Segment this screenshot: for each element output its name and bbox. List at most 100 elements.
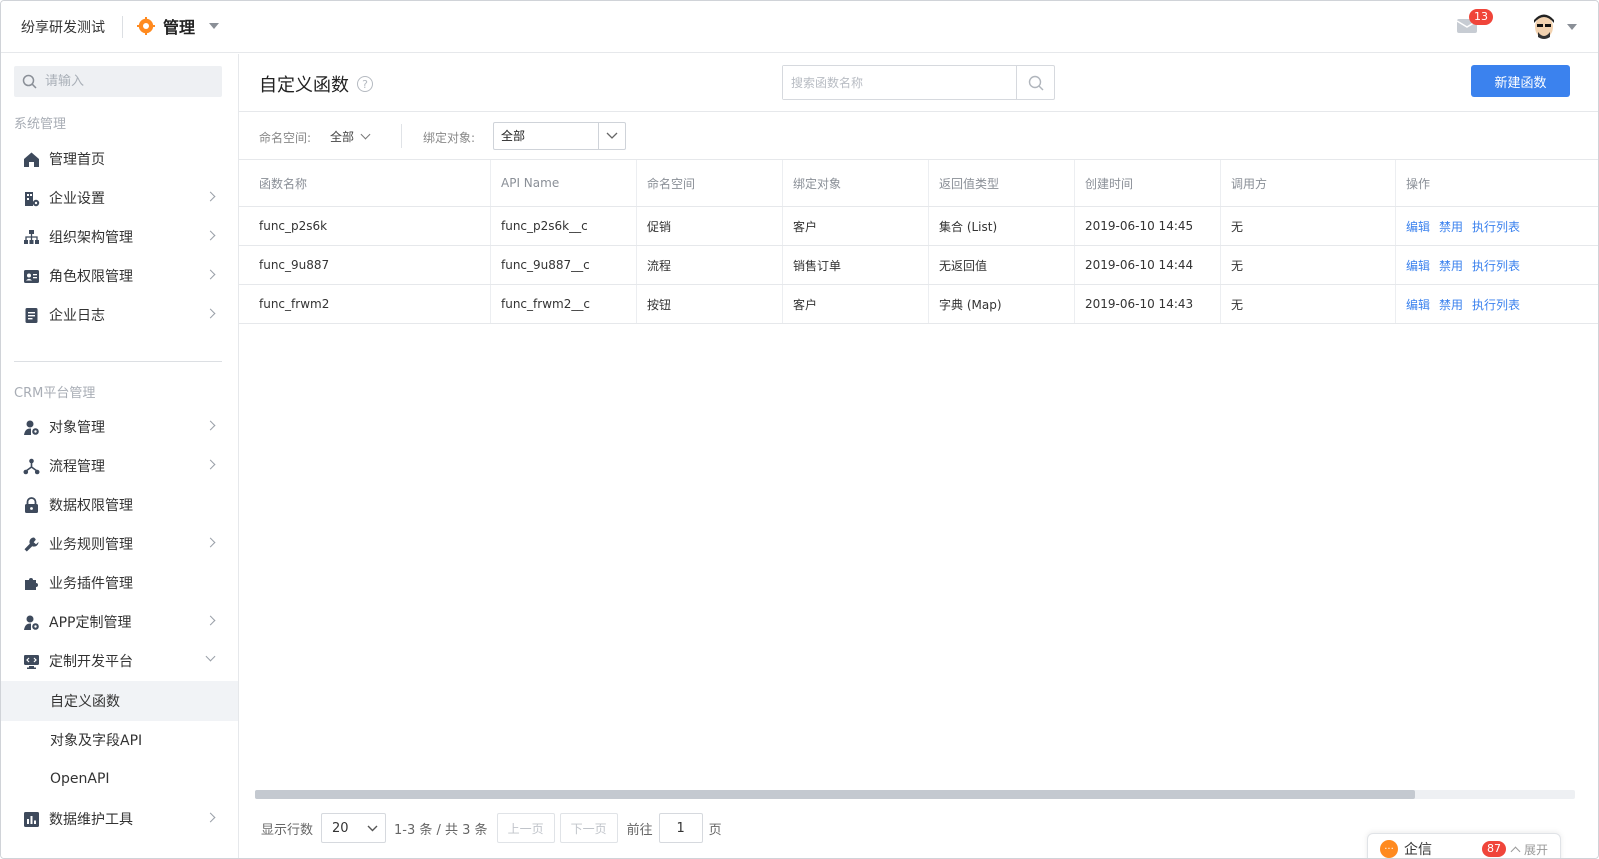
column-header[interactable]: 返回值类型 — [929, 160, 1075, 206]
expand-button[interactable]: 展开 — [1510, 841, 1549, 858]
avatar-caret-icon[interactable] — [1567, 24, 1577, 30]
column-header[interactable]: 命名空间 — [637, 160, 783, 206]
next-page-button[interactable]: 下一页 — [559, 813, 618, 843]
sidebar-subitem-openapi[interactable]: OpenAPI — [1, 759, 238, 799]
sidebar-item-logs[interactable]: 企业日志 — [1, 295, 238, 335]
column-header[interactable]: 创建时间 — [1075, 160, 1221, 206]
sidebar-item-enterprise[interactable]: 企业设置 — [1, 178, 238, 218]
goto-label: 前往 — [626, 822, 653, 838]
sidebar-item-flows[interactable]: 流程管理 — [1, 446, 238, 486]
chevron-right-icon — [205, 191, 216, 202]
sidebar-item-business-rules[interactable]: 业务规则管理 — [1, 524, 238, 564]
disable-link[interactable]: 禁用 — [1439, 257, 1463, 274]
page-unit-label: 页 — [708, 822, 722, 838]
execution-list-link[interactable]: 执行列表 — [1472, 257, 1520, 274]
table-cell: 无 — [1221, 246, 1396, 284]
sidebar-subitem-custom-function[interactable]: 自定义函数 — [1, 681, 238, 721]
sidebar-item-home[interactable]: 管理首页 — [1, 139, 238, 179]
edit-link[interactable]: 编辑 — [1406, 218, 1430, 235]
sidebar-item-objects[interactable]: 对象管理 — [1, 407, 238, 447]
rows-per-page-value: 20 — [332, 820, 349, 836]
namespace-value: 全部 — [330, 130, 355, 144]
table-cell: 流程 — [637, 246, 783, 284]
table-cell: func_p2s6k__c — [491, 207, 637, 245]
chart-icon — [23, 811, 40, 828]
binding-value: 全部 — [501, 129, 526, 143]
sidebar-subitem-label: OpenAPI — [50, 771, 110, 787]
sidebar-subitem-label: 对象及字段API — [50, 733, 143, 749]
namespace-dropdown[interactable]: 全部 — [330, 128, 371, 145]
org-icon — [23, 229, 40, 246]
chevron-right-icon — [205, 269, 216, 280]
sidebar-item-label: 组织架构管理 — [49, 230, 133, 246]
sidebar-item-app-custom[interactable]: APP定制管理 — [1, 602, 238, 642]
table-cell: 无 — [1221, 207, 1396, 245]
execution-list-link[interactable]: 执行列表 — [1472, 218, 1520, 235]
function-table: 函数名称 API Name 命名空间 绑定对象 返回值类型 创建时间 调用方 操… — [239, 159, 1598, 324]
chevron-right-icon — [205, 812, 216, 823]
sidebar-item-data-permission[interactable]: 数据权限管理 — [1, 485, 238, 525]
search-button[interactable] — [1016, 66, 1054, 99]
page-number-input[interactable] — [658, 813, 703, 843]
help-icon[interactable]: ? — [357, 76, 373, 92]
rows-per-page-select[interactable]: 20 — [321, 813, 387, 843]
qixin-chat-bar[interactable]: ··· 企信 87 展开 — [1367, 833, 1561, 858]
sidebar-item-plugins[interactable]: 业务插件管理 — [1, 563, 238, 603]
table-cell: func_p2s6k — [239, 207, 491, 245]
user-avatar[interactable] — [1531, 13, 1557, 41]
chevron-down-icon[interactable] — [598, 123, 625, 149]
binding-select[interactable]: 全部 — [493, 122, 626, 150]
table-row: func_9u887 func_9u887__c 流程 销售订单 无返回值 20… — [239, 246, 1598, 285]
sidebar-item-label: 企业设置 — [49, 191, 105, 207]
role-icon — [23, 268, 40, 285]
execution-list-link[interactable]: 执行列表 — [1472, 296, 1520, 313]
sidebar-search-input[interactable] — [45, 74, 215, 89]
column-header[interactable]: 绑定对象 — [783, 160, 929, 206]
search-icon — [22, 74, 37, 89]
sidebar-item-data-tools[interactable]: 数据维护工具 — [1, 799, 238, 839]
app-title: 管理 — [163, 18, 196, 37]
edit-link[interactable]: 编辑 — [1406, 296, 1430, 313]
sidebar-item-label: 对象管理 — [49, 420, 105, 436]
caret-down-icon — [209, 23, 220, 29]
sidebar-item-roles[interactable]: 角色权限管理 — [1, 256, 238, 296]
sidebar-subitem-object-field-api[interactable]: 对象及字段API — [1, 720, 238, 760]
chevron-down-icon — [360, 129, 371, 140]
disable-link[interactable]: 禁用 — [1439, 218, 1463, 235]
edit-link[interactable]: 编辑 — [1406, 257, 1430, 274]
table-row: func_frwm2 func_frwm2__c 按钮 客户 字典 (Map) … — [239, 285, 1598, 324]
chevron-right-icon — [205, 615, 216, 626]
horizontal-scrollbar[interactable] — [255, 790, 1575, 799]
gear-icon — [137, 17, 155, 35]
namespace-label: 命名空间: — [259, 131, 312, 145]
company-name[interactable]: 纷享研发测试 — [21, 17, 105, 37]
chevron-right-icon — [205, 308, 216, 319]
new-function-button[interactable]: 新建函数 — [1471, 65, 1570, 97]
disable-link[interactable]: 禁用 — [1439, 296, 1463, 313]
log-icon — [23, 307, 40, 324]
column-header[interactable]: 调用方 — [1221, 160, 1396, 206]
sidebar-item-label: APP定制管理 — [49, 615, 132, 631]
table-cell: 字典 (Map) — [929, 285, 1075, 323]
sidebar-item-label: 流程管理 — [49, 459, 105, 475]
table-cell: 无返回值 — [929, 246, 1075, 284]
expand-label: 展开 — [1524, 842, 1549, 857]
scrollbar-thumb[interactable] — [255, 790, 1415, 799]
page-title: 自定义函数 ? — [259, 71, 373, 97]
record-summary: 1-3 条 / 共 3 条 — [394, 822, 488, 838]
sidebar-item-org[interactable]: 组织架构管理 — [1, 217, 238, 257]
column-header[interactable]: 函数名称 — [239, 160, 491, 206]
filter-bar: 命名空间: 全部 绑定对象: 全部 — [239, 112, 1598, 160]
binding-label: 绑定对象: — [423, 131, 476, 145]
function-search-input[interactable] — [783, 66, 1016, 99]
table-cell: 按钮 — [637, 285, 783, 323]
sidebar-search[interactable] — [14, 66, 222, 97]
prev-page-button[interactable]: 上一页 — [496, 813, 555, 843]
group-title-crm: CRM平台管理 — [14, 386, 96, 401]
table-cell: 销售订单 — [783, 246, 929, 284]
app-switcher[interactable]: 管理 — [137, 14, 220, 38]
sidebar-item-dev-platform[interactable]: 定制开发平台 — [1, 641, 238, 681]
table-cell: func_frwm2__c — [491, 285, 637, 323]
column-header[interactable]: API Name — [491, 160, 637, 206]
object-icon — [23, 419, 40, 436]
